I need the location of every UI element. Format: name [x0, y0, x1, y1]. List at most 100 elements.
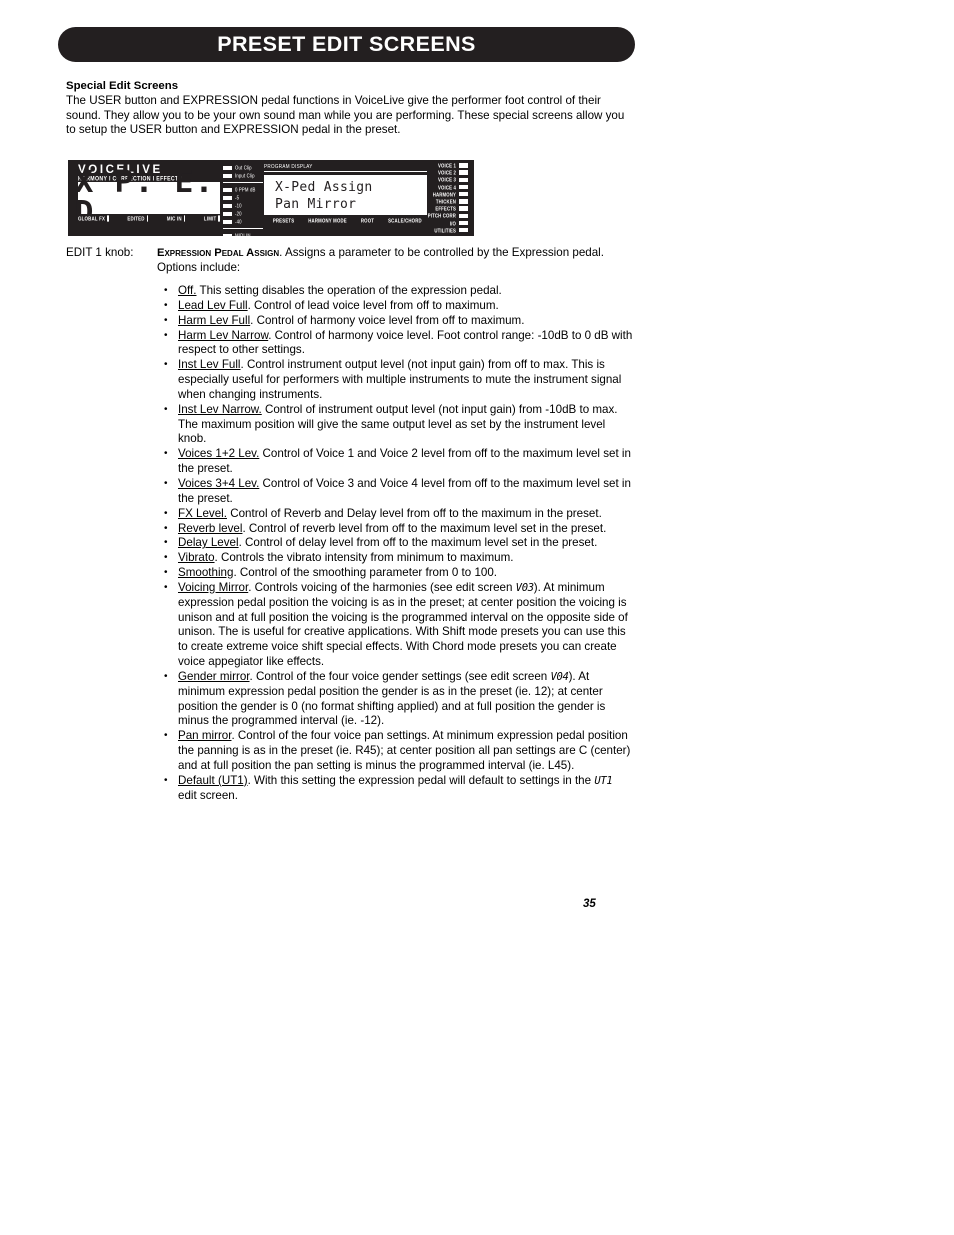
divider — [223, 228, 263, 229]
option-term: Inst Lev Narrow. — [178, 402, 262, 416]
edit-screen-ref: UT1 — [594, 774, 613, 787]
voicelive-device-figure: VOICELIVE HARMONY I CORRECTION I EFFECTS… — [68, 160, 474, 239]
status-global-fx: GLOBAL FX — [78, 215, 109, 222]
meter-scale-10-label: -10 — [235, 202, 242, 209]
led-icon — [223, 165, 232, 170]
option-desc: . Control instrument output level (not i… — [178, 358, 622, 401]
led-icon — [459, 227, 468, 233]
meter-scale-0-label: 0 PPM dB — [235, 186, 256, 193]
led-icon — [459, 220, 468, 226]
edit-knob-title: Expression Pedal Assign — [157, 247, 280, 259]
bullet-icon: • — [164, 285, 168, 296]
led-row-utilities: UTILITIES — [406, 227, 468, 234]
list-item: • Smoothing. Control of the smoothing pa… — [164, 566, 634, 581]
led-icon — [223, 219, 232, 224]
bullet-icon: • — [164, 581, 168, 593]
bullet-icon: • — [164, 507, 168, 519]
led-icon — [223, 211, 232, 216]
bullet-icon: • — [164, 552, 168, 564]
option-term: FX Level. — [178, 506, 227, 520]
softkey-presets: PRESETS — [272, 217, 295, 224]
device-section-leds: VOICE 1 VOICE 2 VOICE 3 VOICE 4 HARMONY … — [406, 162, 468, 234]
led-voice-3-label: VOICE 3 — [437, 176, 456, 183]
lcd-screen: X-Ped Assign Pan Mirror — [264, 175, 427, 215]
led-icon — [459, 213, 468, 218]
softkey-root: ROOT — [360, 217, 375, 224]
option-harm-lev-narrow: Harm Lev Narrow. Control of harmony voic… — [178, 329, 634, 359]
led-icon — [223, 233, 232, 238]
option-term: Smoothing — [178, 566, 234, 580]
bullet-icon: • — [164, 522, 168, 534]
led-icon — [223, 203, 232, 208]
option-term: Reverb level — [178, 521, 243, 535]
led-voice-4-label: VOICE 4 — [437, 183, 456, 191]
status-limit-label: LIMIT — [203, 215, 217, 222]
option-desc: . Control of lead voice level from off t… — [247, 298, 499, 312]
expression-pedal-options-list: • Off. This setting disables the operati… — [164, 284, 634, 804]
option-term: Default (UT1) — [178, 773, 248, 787]
soft-key-labels: PRESETS HARMONY MODE ROOT SCALE/CHORD — [264, 217, 427, 224]
list-item: • Default (UT1). With this setting the e… — [164, 774, 634, 804]
edit-knob-description: EDIT 1 knob: Expression Pedal Assign. As… — [66, 246, 636, 275]
led-voice-1-label: VOICE 1 — [437, 162, 456, 169]
option-term: Harm Lev Full — [178, 313, 251, 327]
option-smoothing: Smoothing. Control of the smoothing para… — [178, 566, 634, 581]
meter-scale-20-label: -20 — [235, 210, 242, 217]
option-vibrato: Vibrato. Controls the vibrato intensity … — [178, 551, 634, 566]
status-mic-in-label: MIC IN — [166, 215, 182, 222]
led-harmony-label: HARMONY — [432, 191, 456, 198]
led-icon — [459, 177, 468, 183]
option-voices-3-4-lev: Voices 3+4 Lev. Control of Voice 3 and V… — [178, 477, 634, 507]
bullet-icon: • — [164, 299, 168, 311]
device-status-indicators: GLOBAL FX EDITED MIC IN LIMIT — [78, 215, 220, 222]
led-row-voice-1: VOICE 1 — [406, 162, 468, 169]
divider — [264, 171, 427, 172]
led-row-effects: EFFECTS — [406, 205, 468, 212]
option-desc-before: . With this setting the expression pedal… — [247, 773, 595, 787]
bullet-icon: • — [164, 670, 168, 682]
option-delay-level: Delay Level. Control of delay level from… — [178, 536, 634, 551]
meter-scale-40-label: -40 — [235, 218, 242, 225]
edit-screen-ref: V04 — [550, 670, 569, 683]
bullet-icon: • — [164, 477, 168, 489]
led-row-io: I/O — [406, 220, 468, 227]
led-icon — [459, 163, 468, 168]
list-item: • Off. This setting disables the operati… — [164, 284, 634, 299]
list-item: • Harm Lev Narrow. Control of harmony vo… — [164, 329, 634, 359]
lcd-line-2: Pan Mirror — [275, 197, 357, 212]
bullet-icon: • — [164, 537, 168, 549]
softkey-harmony-mode: HARMONY MODE — [308, 217, 347, 224]
status-tick-icon — [218, 215, 220, 222]
led-row-voice-3: VOICE 3 — [406, 176, 468, 183]
list-item: • Voicing Mirror. Controls voicing of th… — [164, 581, 634, 670]
led-io-label: I/O — [449, 219, 456, 227]
bullet-icon: • — [164, 448, 168, 460]
program-display-label: PROGRAM DISPLAY — [264, 163, 313, 170]
option-term: Gender mirror — [178, 669, 250, 683]
list-item: • Vibrato. Controls the vibrato intensit… — [164, 551, 634, 566]
option-desc: . Control of delay level from off to the… — [238, 536, 598, 550]
option-desc-before: . Control of the four voice gender setti… — [249, 669, 551, 683]
bullet-icon: • — [164, 774, 168, 786]
led-icon — [223, 195, 232, 200]
bullet-icon: • — [164, 567, 168, 579]
led-icon — [223, 173, 232, 178]
option-desc: . Control of the smoothing parameter fro… — [233, 566, 498, 580]
status-tick-icon — [146, 215, 149, 222]
list-item: • Voices 1+2 Lev. Control of Voice 1 and… — [164, 447, 634, 477]
bullet-icon: • — [164, 359, 168, 371]
option-term: Voices 1+2 Lev. — [178, 447, 260, 461]
intro-section: Special Edit Screens The USER button and… — [66, 79, 634, 138]
led-icon — [459, 206, 468, 211]
option-desc: . Control of harmony voice level from of… — [250, 313, 525, 327]
option-fx-level: FX Level. Control of Reverb and Delay le… — [178, 507, 634, 522]
option-desc-before: . Controls voicing of the harmonies (see… — [248, 580, 516, 594]
option-term: Delay Level — [178, 536, 239, 550]
page-header-banner: PRESET EDIT SCREENS — [58, 27, 635, 62]
meter-scale-5-label: -5 — [235, 194, 240, 201]
option-gender-mirror: Gender mirror. Control of the four voice… — [178, 670, 634, 729]
page-number: 35 — [583, 898, 596, 910]
list-item: • FX Level. Control of Reverb and Delay … — [164, 507, 634, 522]
list-item: • Harm Lev Full. Control of harmony voic… — [164, 314, 634, 329]
led-icon — [223, 187, 232, 192]
